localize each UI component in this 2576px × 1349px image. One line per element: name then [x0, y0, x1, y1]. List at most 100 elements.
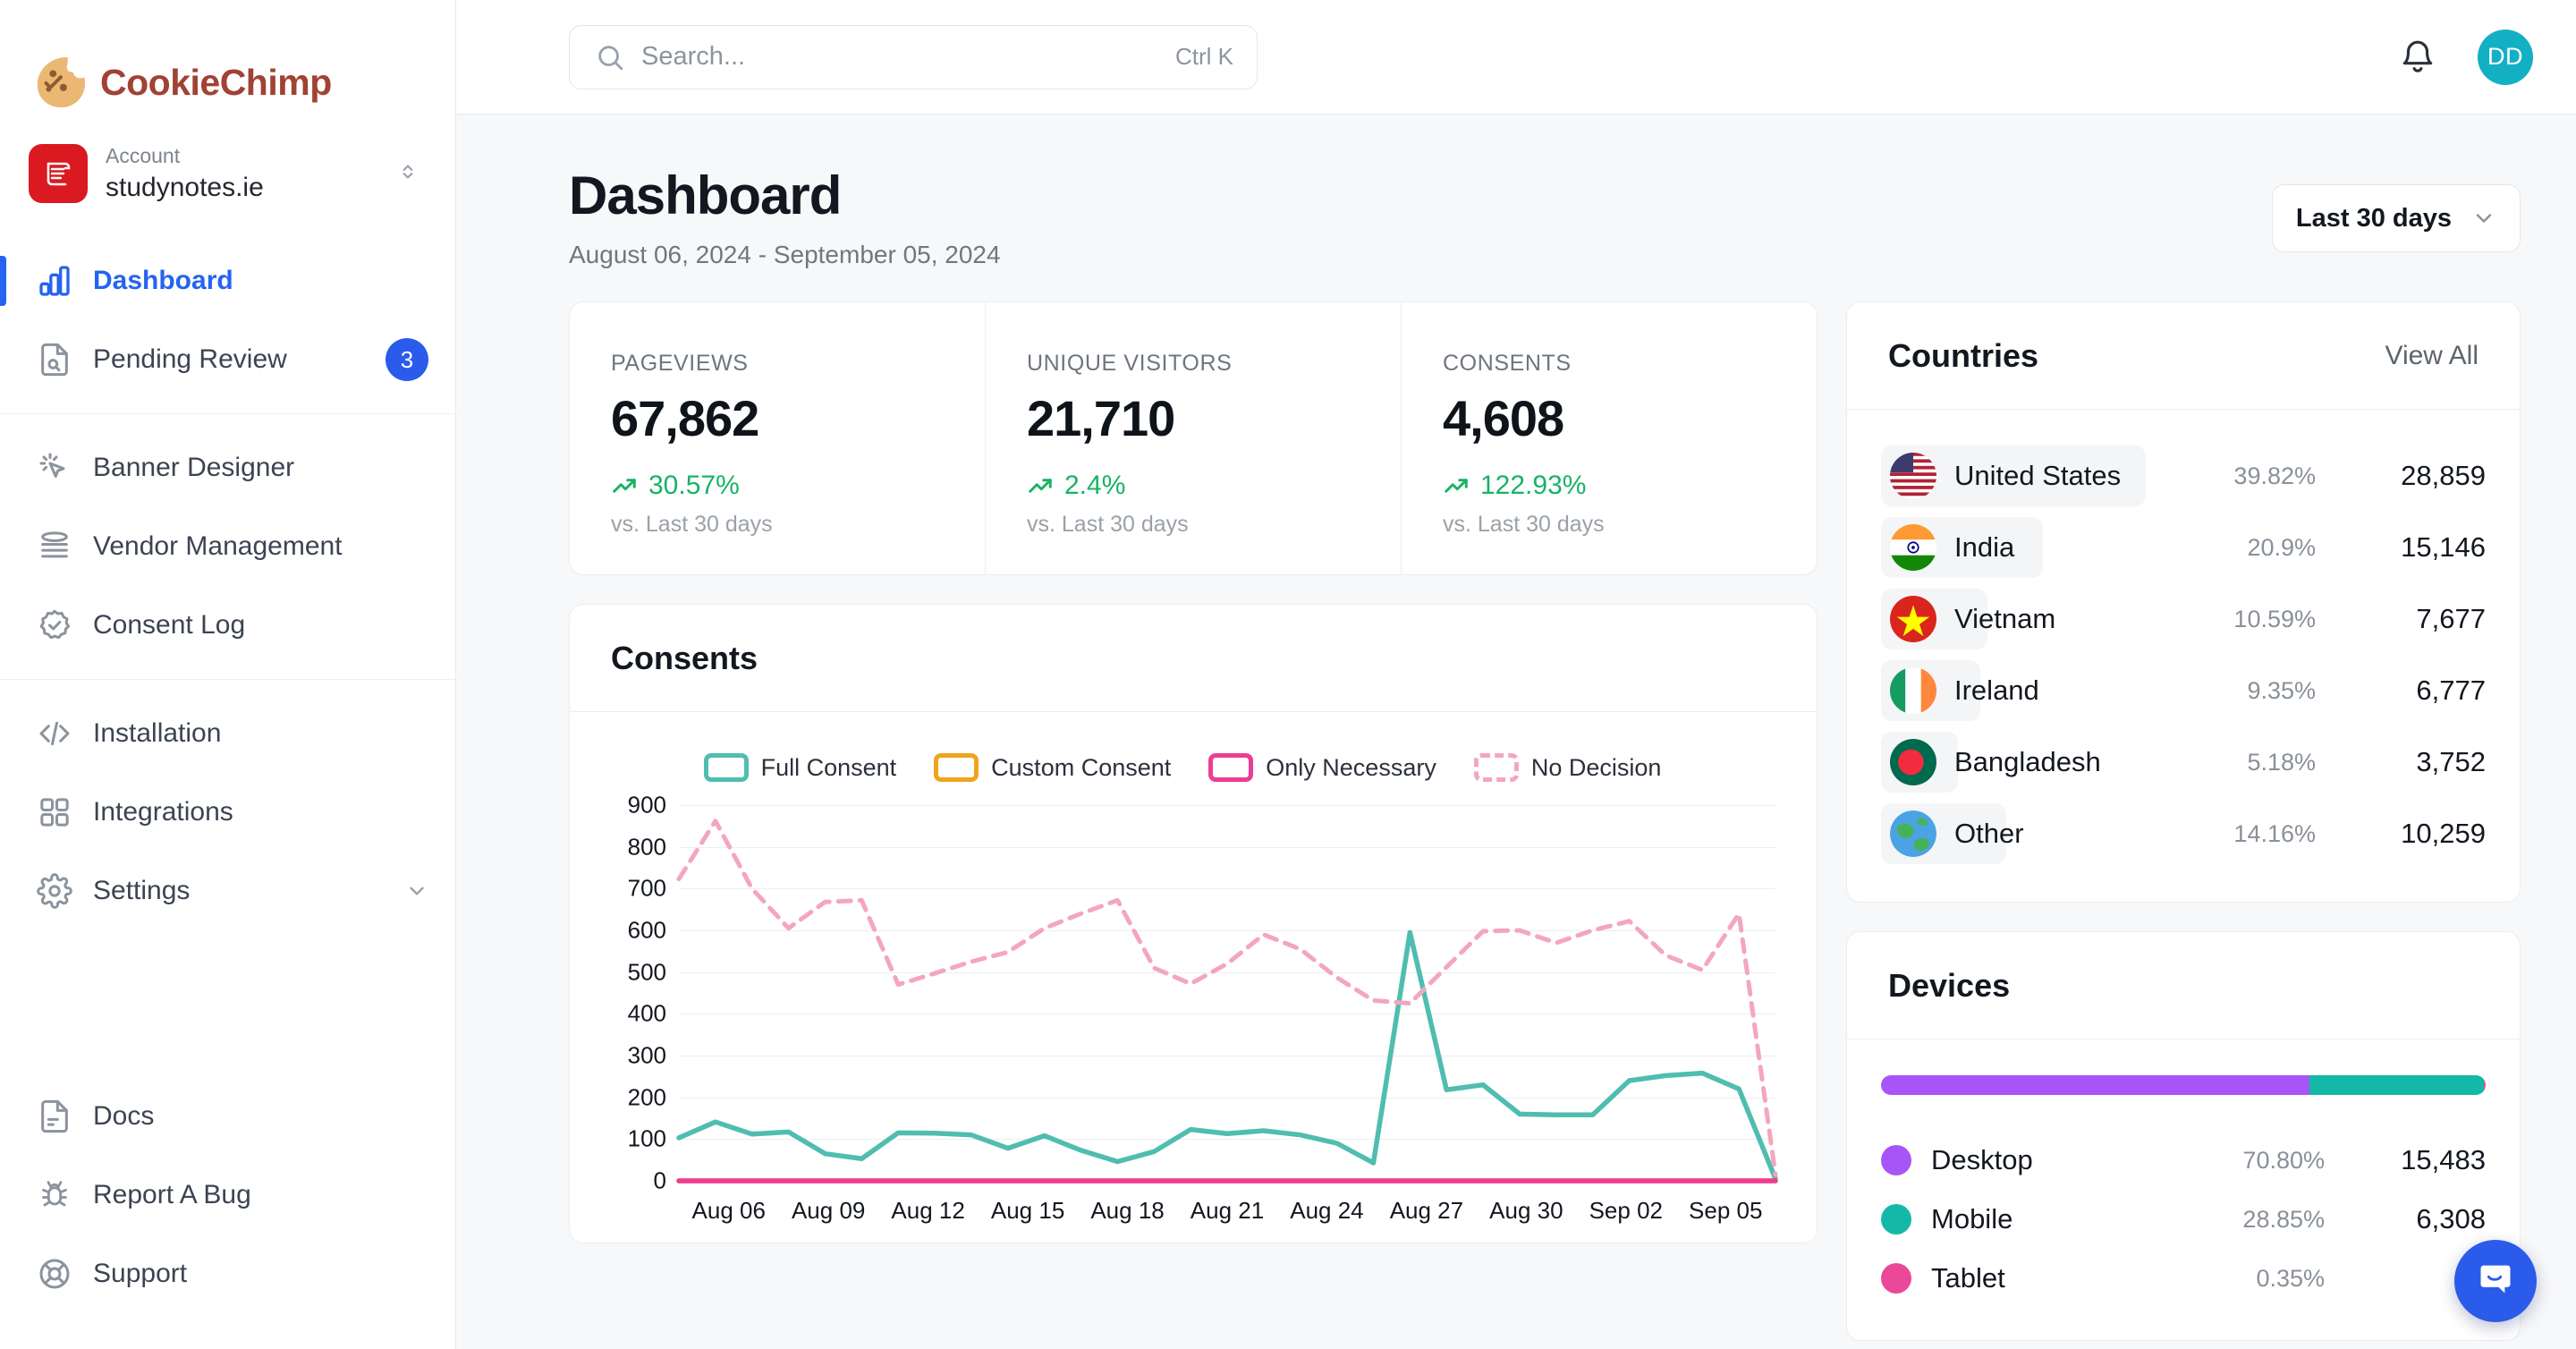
device-row[interactable]: Desktop70.80%15,483: [1881, 1131, 2486, 1190]
legend-swatch-icon: [704, 753, 749, 782]
sidebar-item-label: Consent Log: [93, 610, 428, 641]
chart-x-axis: Aug 06Aug 09Aug 12Aug 15Aug 18Aug 21Aug …: [679, 1197, 1775, 1225]
nav-group-support: Docs Report A Bug: [0, 1072, 455, 1349]
sidebar-item-installation[interactable]: Installation: [0, 694, 455, 773]
country-row[interactable]: United States39.82%28,859: [1881, 440, 2486, 512]
brand-name: CookieChimp: [100, 62, 332, 104]
chart-plot-area: 9008007006005004003002001000: [602, 805, 1784, 1181]
date-range-label: August 06, 2024 - September 05, 2024: [569, 241, 1001, 269]
account-switcher[interactable]: Account studynotes.ie: [29, 134, 432, 213]
country-percent: 5.18%: [2247, 749, 2316, 776]
trend-up-icon: [1027, 472, 1054, 499]
page-content: Dashboard August 06, 2024 - September 05…: [456, 115, 2576, 1349]
cookie-icon: [32, 55, 88, 110]
chevron-updown-icon[interactable]: [396, 160, 419, 188]
chevron-down-icon[interactable]: [405, 879, 428, 903]
country-name: Other: [1954, 818, 2024, 850]
flag-icon-us: [1890, 453, 1936, 499]
page-title: Dashboard: [569, 165, 1001, 226]
device-name: Tablet: [1931, 1262, 2005, 1294]
sidebar-item-consent-log[interactable]: Consent Log: [0, 586, 455, 665]
y-axis-tick: 300: [628, 1041, 666, 1069]
countries-list: United States39.82%28,859India20.9%15,14…: [1847, 410, 2520, 902]
trend-up-icon: [611, 472, 638, 499]
chat-widget-button[interactable]: [2454, 1240, 2537, 1322]
right-column: Countries View All United States39.82%28…: [1846, 301, 2521, 1341]
stat-unique-visitors: UNIQUE VISITORS 21,710 2.4% vs. Last 30 …: [986, 302, 1402, 574]
device-percent: 0.35%: [2256, 1265, 2325, 1293]
y-axis-tick: 800: [628, 833, 666, 861]
device-color-dot: [1881, 1145, 1911, 1175]
country-value: 3,752: [2316, 746, 2486, 778]
sidebar-item-vendor-management[interactable]: Vendor Management: [0, 507, 455, 586]
consents-card-header: Consents: [570, 605, 1817, 712]
country-name: Vietnam: [1954, 603, 2055, 635]
sidebar-item-integrations[interactable]: Integrations: [0, 773, 455, 852]
country-row[interactable]: Vietnam10.59%7,677: [1881, 583, 2486, 655]
avatar[interactable]: DD: [2478, 30, 2533, 85]
sidebar-item-dashboard[interactable]: Dashboard: [0, 242, 455, 320]
sidebar-item-report-a-bug[interactable]: Report A Bug: [0, 1156, 455, 1234]
bell-icon[interactable]: [2399, 38, 2436, 76]
y-axis-tick: 200: [628, 1083, 666, 1111]
legend-item-no-decision[interactable]: No Decision: [1474, 753, 1662, 782]
country-row[interactable]: Bangladesh 5.18%3,752: [1881, 726, 2486, 798]
x-axis-tick: Aug 15: [978, 1197, 1077, 1225]
left-column: PAGEVIEWS 67,862 30.57% vs. Last 30 days: [569, 301, 1818, 1243]
view-all-countries-link[interactable]: View All: [2385, 341, 2479, 371]
country-value: 6,777: [2316, 674, 2486, 707]
document-icon: [36, 1098, 73, 1135]
countries-header: Countries View All: [1847, 302, 2520, 410]
devices-share-bar: [1881, 1075, 2486, 1095]
country-value: 15,146: [2316, 531, 2486, 564]
app-root: CookieChimp Account studynotes.ie: [0, 0, 2576, 1349]
sidebar-item-settings[interactable]: Settings: [0, 852, 455, 930]
country-percent: 9.35%: [2247, 677, 2316, 705]
legend-item-custom-consent[interactable]: Custom Consent: [934, 753, 1171, 782]
sidebar-item-label: Integrations: [93, 797, 428, 827]
account-text: Account studynotes.ie: [106, 143, 378, 204]
document-search-icon: [36, 341, 73, 378]
search-input[interactable]: [641, 42, 1159, 72]
legend-item-only-necessary[interactable]: Only Necessary: [1208, 753, 1436, 782]
y-axis-tick: 100: [628, 1125, 666, 1153]
country-row[interactable]: Ireland9.35%6,777: [1881, 655, 2486, 726]
flag-icon-ie: [1890, 667, 1936, 714]
stat-delta: 30.57%: [611, 471, 944, 501]
lifebuoy-icon: [36, 1255, 73, 1293]
flag-icon-vn: [1890, 596, 1936, 642]
sidebar-item-label: Installation: [93, 718, 428, 749]
devices-body: Desktop70.80%15,483Mobile28.85%6,308 Tabl…: [1847, 1039, 2520, 1340]
device-value: 6,308: [2325, 1203, 2486, 1235]
bug-icon: [36, 1176, 73, 1214]
cursor-click-icon: [36, 449, 73, 487]
sidebar-item-banner-designer[interactable]: Banner Designer: [0, 428, 455, 507]
date-range-selector[interactable]: Last 30 days: [2272, 184, 2521, 252]
y-axis-tick: 900: [628, 792, 666, 819]
country-name: Bangladesh: [1954, 746, 2101, 778]
legend-item-full-consent[interactable]: Full Consent: [704, 753, 897, 782]
country-row[interactable]: India20.9%15,146: [1881, 512, 2486, 583]
consents-chart-card: Consents Full Consent Custom Consent Only …: [569, 604, 1818, 1243]
brand-logo[interactable]: CookieChimp: [0, 0, 455, 125]
search-box[interactable]: Ctrl K: [569, 25, 1258, 89]
stat-value: 67,862: [611, 389, 944, 447]
country-percent: 10.59%: [2233, 606, 2316, 633]
sidebar-item-pending-review[interactable]: Pending Review 3: [0, 320, 455, 399]
nav-group-primary: Dashboard Pending Review 3: [0, 236, 455, 404]
country-row[interactable]: Other14.16%10,259: [1881, 798, 2486, 870]
device-color-dot: [1881, 1204, 1911, 1234]
stat-note: vs. Last 30 days: [1027, 512, 1360, 538]
sidebar-item-label: Vendor Management: [93, 531, 428, 562]
date-range-value: Last 30 days: [2296, 204, 2452, 233]
sidebar-item-support[interactable]: Support: [0, 1234, 455, 1313]
device-row[interactable]: Mobile28.85%6,308: [1881, 1190, 2486, 1249]
flag-icon-globe: [1890, 810, 1936, 857]
device-bar-segment: [1881, 1075, 2309, 1095]
chevron-down-icon: [2471, 206, 2496, 231]
grid-squares-icon: [36, 793, 73, 831]
device-row[interactable]: Tablet0.35%77: [1881, 1249, 2486, 1308]
legend-swatch-icon: [1474, 753, 1519, 782]
chart-series-svg: [679, 805, 1775, 1181]
sidebar-item-docs[interactable]: Docs: [0, 1077, 455, 1156]
